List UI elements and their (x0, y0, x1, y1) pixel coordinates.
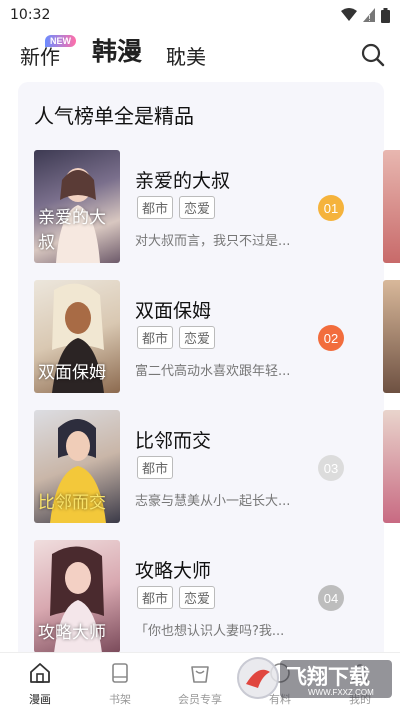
bottom-nav-bookshelf[interactable]: 书架 (90, 661, 150, 707)
watermark-url: WWW.FXXZ.COM (308, 688, 374, 697)
cover-title: 攻略大师 (38, 623, 106, 643)
comic-description: 志豪与慧美从小一起长大... (135, 494, 291, 509)
rank-badge: 02 (318, 325, 344, 351)
watermark-text: 飞翔下载 (286, 665, 370, 689)
bottom-nav-vip[interactable]: 会员专享 (170, 661, 230, 707)
battery-icon (381, 7, 390, 23)
bottom-nav-label: 会员专享 (178, 693, 222, 706)
tag: 恋爱 (179, 586, 216, 609)
rank-badge: 04 (318, 585, 344, 611)
status-bar: 10:32 ! (0, 0, 400, 30)
home-icon (30, 663, 50, 683)
comic-cover[interactable]: 比邻而交 (34, 410, 120, 523)
comic-cover[interactable]: 双面保姆 (34, 280, 120, 393)
watermark-logo: 飞翔下载 WWW.FXXZ.COM (236, 654, 396, 702)
rank-badge: 03 (318, 455, 344, 481)
bottom-nav-label: 书架 (109, 693, 131, 706)
comic-title: 攻略大师 (135, 560, 212, 582)
bottom-nav-comics[interactable]: 漫画 (10, 661, 70, 707)
tag-list: 都市 恋爱 (137, 586, 216, 609)
tag: 恋爱 (179, 196, 216, 219)
comic-description: 对大叔而言，我只不过是... (135, 234, 291, 249)
comic-title: 双面保姆 (135, 300, 212, 322)
comic-cover[interactable]: 亲爱的大叔 (34, 150, 120, 263)
ranking-card: 人气榜单全是精品 亲爱的大叔 亲爱的大叔 都市 恋爱 对大叔而言，我只不过是..… (18, 82, 400, 682)
wifi-icon (341, 8, 357, 21)
tag: 都市 (137, 326, 174, 349)
comic-description: 「你也想认识人妻吗?我... (135, 624, 285, 639)
search-icon[interactable] (360, 42, 386, 68)
list-item[interactable]: 双面保姆 双面保姆 都市 恋爱 富二代高动水喜欢跟年轻... 02 (34, 280, 364, 395)
tag: 都市 (137, 586, 174, 609)
tag: 都市 (137, 196, 174, 219)
bottom-nav-label: 漫画 (29, 693, 51, 706)
list-item[interactable]: 攻略大师 攻略大师 都市 恋爱 「你也想认识人妻吗?我... 04 (34, 540, 364, 655)
tag: 恋爱 (179, 326, 216, 349)
tag-list: 都市 (137, 456, 174, 479)
signal-icon: ! (363, 8, 375, 22)
next-column-cover[interactable] (383, 410, 400, 523)
list-item[interactable]: 亲爱的大叔 亲爱的大叔 都市 恋爱 对大叔而言，我只不过是... 01 (34, 150, 364, 265)
tag-list: 都市 恋爱 (137, 196, 216, 219)
next-column-cover[interactable] (383, 280, 400, 393)
comic-title: 比邻而交 (135, 430, 212, 452)
status-time: 10:32 (10, 7, 51, 23)
ranking-title: 人气榜单全是精品 (34, 104, 194, 128)
new-badge: NEW (45, 35, 76, 47)
next-column-cover[interactable] (383, 150, 400, 263)
top-nav: 新作 NEW 韩漫 耽美 (0, 30, 400, 80)
comic-cover[interactable]: 攻略大师 (34, 540, 120, 653)
list-item[interactable]: 比邻而交 比邻而交 都市 志豪与慧美从小一起长大... 03 (34, 410, 364, 525)
tab-korean[interactable]: 韩漫 (92, 32, 142, 68)
tag-list: 都市 恋爱 (137, 326, 216, 349)
tag: 都市 (137, 456, 174, 479)
cover-title: 比邻而交 (38, 493, 106, 513)
svg-text:!: ! (368, 14, 371, 22)
tab-bl[interactable]: 耽美 (166, 41, 206, 70)
cover-title: 亲爱的大叔 (38, 208, 106, 253)
cover-title: 双面保姆 (38, 363, 106, 383)
comic-description: 富二代高动水喜欢跟年轻... (135, 364, 291, 379)
comic-title: 亲爱的大叔 (135, 170, 231, 192)
status-icons: ! (341, 7, 390, 23)
book-icon (112, 663, 128, 683)
rank-badge: 01 (318, 195, 344, 221)
vip-bag-icon (191, 666, 209, 683)
